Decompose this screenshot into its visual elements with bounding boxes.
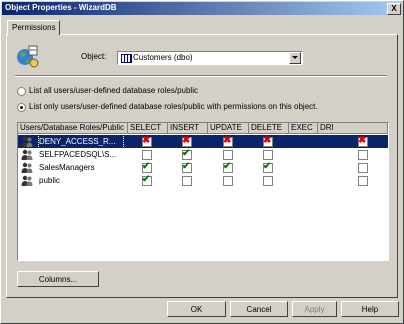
grant-check-icon: ✔ — [142, 161, 151, 172]
radio-list-only[interactable] — [17, 103, 26, 112]
permission-checkbox[interactable] — [223, 150, 233, 160]
permission-checkbox[interactable] — [182, 176, 192, 186]
deny-x-icon: ✖ — [263, 135, 272, 146]
cancel-button[interactable]: Cancel — [230, 301, 288, 317]
col-header-insert[interactable]: INSERT — [168, 123, 208, 134]
object-dropdown[interactable]: Customers (dbo) — [117, 51, 303, 65]
user-role-icon — [21, 149, 33, 160]
user-role-icon — [21, 175, 33, 186]
permission-checkbox[interactable]: ✔ — [263, 161, 273, 173]
permission-checkbox[interactable]: ✖ — [263, 135, 273, 147]
title-bar[interactable]: Object Properties - WizardDB X — [2, 2, 402, 15]
permission-checkbox[interactable]: ✔ — [182, 148, 192, 160]
permission-checkbox[interactable]: ✔ — [142, 161, 152, 173]
permission-checkbox[interactable] — [263, 150, 273, 160]
permission-checkbox[interactable]: ✖ — [358, 135, 368, 147]
tab-permissions[interactable]: Permissions — [7, 20, 60, 35]
user-role-name: SalesManagers — [39, 163, 95, 172]
user-role-name: DENY_ACCESS_R... — [38, 134, 124, 149]
help-button[interactable]: Help — [341, 301, 399, 317]
permission-checkbox[interactable]: ✖ — [182, 135, 192, 147]
grant-check-icon: ✔ — [223, 161, 232, 172]
object-label: Object: — [81, 52, 107, 61]
close-button[interactable]: X — [387, 3, 401, 15]
table-row[interactable]: SalesManagers ✔ ✔ ✔ ✔ — [18, 161, 388, 174]
window-title: Object Properties - WizardDB — [5, 3, 117, 12]
deny-x-icon: ✖ — [358, 135, 367, 146]
dialog-window: Object Properties - WizardDB X Permissio… — [0, 0, 404, 324]
radio-list-only-label[interactable]: List only users/user-defined database ro… — [29, 102, 318, 111]
col-header-dri[interactable]: DRI — [318, 123, 388, 134]
permission-checkbox[interactable]: ✔ — [142, 174, 152, 186]
apply-button[interactable]: Apply — [292, 301, 337, 317]
deny-x-icon: ✖ — [142, 135, 151, 146]
table-row[interactable]: SELFPACEDSQL\S... ✔ — [18, 148, 388, 161]
user-role-icon — [21, 136, 33, 147]
tab-permissions-label: Permissions — [12, 23, 56, 32]
deny-x-icon: ✖ — [182, 135, 191, 146]
grant-check-icon: ✔ — [182, 161, 191, 172]
table-icon — [121, 54, 132, 63]
permission-checkbox[interactable]: ✖ — [223, 135, 233, 147]
deny-x-icon: ✖ — [223, 135, 232, 146]
permission-checkbox[interactable] — [263, 176, 273, 186]
permissions-grid[interactable]: Users/Database Roles/Public SELECT INSER… — [17, 122, 389, 261]
permission-checkbox[interactable]: ✔ — [223, 161, 233, 173]
user-role-icon — [21, 162, 33, 173]
col-header-delete[interactable]: DELETE — [249, 123, 289, 134]
ok-button[interactable]: OK — [167, 301, 226, 317]
table-row[interactable]: DENY_ACCESS_R... ✖ ✖ ✖ ✖ ✖ — [18, 134, 388, 149]
object-properties-icon — [17, 45, 39, 68]
radio-list-all[interactable] — [17, 87, 26, 96]
col-header-update[interactable]: UPDATE — [208, 123, 249, 134]
permission-checkbox[interactable] — [142, 150, 152, 160]
col-header-select[interactable]: SELECT — [128, 123, 168, 134]
col-header-users[interactable]: Users/Database Roles/Public — [18, 123, 128, 134]
permission-checkbox[interactable] — [223, 176, 233, 186]
permission-checkbox[interactable]: ✔ — [182, 161, 192, 173]
dropdown-arrow-icon[interactable] — [289, 52, 301, 64]
permission-checkbox[interactable] — [358, 176, 368, 186]
permission-checkbox[interactable]: ✖ — [142, 135, 152, 147]
object-dropdown-value: Customers (dbo) — [133, 53, 193, 62]
permission-checkbox[interactable] — [358, 150, 368, 160]
col-header-exec[interactable]: EXEC — [289, 123, 318, 134]
table-row[interactable]: public ✔ — [18, 174, 388, 187]
user-role-name: public — [39, 176, 60, 185]
grant-check-icon: ✔ — [142, 174, 151, 185]
radio-list-all-label[interactable]: List all users/user-defined database rol… — [29, 86, 198, 95]
permission-checkbox[interactable] — [358, 163, 368, 173]
grant-check-icon: ✔ — [263, 161, 272, 172]
grant-check-icon: ✔ — [182, 148, 191, 159]
user-role-name: SELFPACEDSQL\S... — [39, 150, 117, 159]
separator — [15, 75, 387, 77]
columns-button[interactable]: Columns... — [17, 271, 99, 287]
